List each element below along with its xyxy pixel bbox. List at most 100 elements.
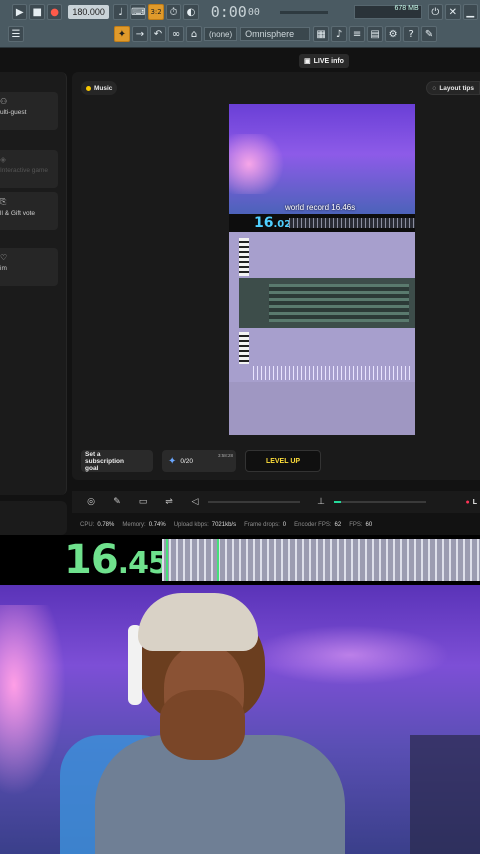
sidebar-item-label: ulti-guest bbox=[0, 109, 27, 116]
live-info-label: LIVE info bbox=[313, 57, 344, 65]
playhead-marker bbox=[217, 539, 219, 581]
plugin-select[interactable]: Omnisphere bbox=[240, 27, 311, 41]
music-dot-icon bbox=[86, 85, 91, 91]
undo-icon[interactable]: ↶ bbox=[150, 26, 166, 42]
minimize-icon[interactable]: ▁ bbox=[462, 4, 478, 20]
hand-over-mouth bbox=[160, 690, 245, 760]
stopwatch-value: 16.45 bbox=[64, 537, 169, 583]
subscription-goal-widget[interactable]: Set a subscription goal bbox=[81, 450, 153, 472]
stop-icon[interactable]: ■ bbox=[29, 4, 45, 20]
close-icon[interactable]: ✕ bbox=[445, 4, 461, 20]
preview-piano-keys-2 bbox=[239, 332, 249, 364]
stat-fps: FPS: 60 bbox=[349, 522, 372, 534]
speaker-icon[interactable]: ◁ bbox=[188, 495, 202, 509]
stopwatch-dec: .45 bbox=[117, 546, 169, 581]
sidebar-item-gift-vote[interactable]: ⎘ ll & Gift vote bbox=[0, 192, 58, 230]
stat-memory-label: Memory: bbox=[122, 522, 146, 528]
goal-counter-value: 0/20 bbox=[180, 457, 194, 465]
song-time-fraction: 00 bbox=[247, 6, 260, 18]
adjust-icon[interactable]: ⇌ bbox=[162, 495, 176, 509]
play-icon[interactable]: ▶ bbox=[12, 4, 28, 20]
stat-enc-value: 62 bbox=[334, 522, 342, 528]
song-time-display: 0:00 00 bbox=[211, 3, 274, 21]
stream-controls-bar: ◎ ✎ ▭ ⇌ ◁ ⊥ ● L bbox=[72, 491, 480, 513]
daw-waveform-strip bbox=[162, 539, 480, 581]
typing-keyboard-icon[interactable]: ⌨ bbox=[130, 4, 147, 20]
stat-cpu-label: CPU: bbox=[80, 522, 95, 528]
countdown-icon[interactable]: ⏱ bbox=[165, 4, 182, 20]
blend-icon[interactable]: ◐ bbox=[183, 4, 199, 20]
playlist-icon[interactable]: ☰ bbox=[8, 26, 24, 42]
background-shelf bbox=[410, 735, 480, 854]
arrow-icon[interactable]: → bbox=[132, 26, 148, 42]
channel-rack-icon[interactable]: ▦ bbox=[313, 26, 330, 42]
sidebar-item-label: ll & Gift vote bbox=[0, 210, 36, 217]
stream-preview-panel: Music ◌ Layout tips world record 16.46s … bbox=[72, 72, 480, 480]
lightbulb-icon: ◌ bbox=[432, 84, 437, 92]
piano-roll-icon[interactable]: ♪ bbox=[331, 26, 348, 42]
power-icon[interactable]: ⏻ bbox=[427, 4, 444, 20]
sidebar-item-interactive-game[interactable]: ◈ Interactive game bbox=[0, 150, 58, 188]
stamp-icon[interactable]: ⌂ bbox=[186, 26, 202, 42]
preview-timer-int: 16 bbox=[254, 215, 274, 231]
live-studio-window: ▣ LIVE info ⚇ ulti-guest ◈ Interactive g… bbox=[0, 48, 480, 535]
stream-stats: CPU: 0.78% Memory: 0.74% Upload kbps: 7021k… bbox=[72, 522, 480, 534]
layout-tips-label: Layout tips bbox=[439, 84, 474, 92]
multi-guest-icon: ⚇ bbox=[0, 97, 8, 106]
preview-note-bars bbox=[253, 366, 413, 380]
preview-daw-screen bbox=[229, 232, 415, 382]
record-icon[interactable]: ● bbox=[46, 4, 63, 20]
speaker-volume-slider[interactable] bbox=[208, 501, 300, 503]
stat-upload: Upload kbps: 7021kb/s bbox=[174, 522, 236, 534]
microphone-level-meter[interactable] bbox=[334, 501, 426, 503]
stat-cpu-value: 0.78% bbox=[97, 522, 115, 528]
help-icon[interactable]: ? bbox=[403, 26, 420, 42]
live-status-label: L bbox=[472, 498, 477, 506]
fl-toolbar-row-2: ☰ ✦ → ↶ ∞ ⌂ (none) Omnisphere ▦ ♪ ≡ ▤ ⚙ … bbox=[0, 23, 480, 45]
mixer-icon[interactable]: ≡ bbox=[349, 26, 366, 42]
stat-encoder-fps: Encoder FPS: 62 bbox=[294, 522, 341, 534]
stopwatch-int: 16 bbox=[64, 537, 119, 583]
cpu-memory-meter: 678 MB bbox=[354, 5, 422, 19]
info-icon: ▣ bbox=[304, 58, 311, 65]
game-icon: ◈ bbox=[0, 155, 7, 164]
tempo-display[interactable]: 180.000 bbox=[68, 5, 109, 19]
sidebar-bottom-panel bbox=[0, 501, 67, 535]
microphone-icon[interactable]: ⊥ bbox=[314, 495, 328, 509]
stat-frame-drops: Frame drops: 0 bbox=[244, 522, 286, 534]
fl-logo-icon[interactable]: ✦ bbox=[114, 26, 130, 42]
pattern-selector[interactable]: 3:2 bbox=[148, 4, 164, 20]
preview-waveform-strip bbox=[289, 218, 415, 228]
stat-memory-value: 0.74% bbox=[148, 522, 166, 528]
live-info-button[interactable]: ▣ LIVE info bbox=[299, 54, 349, 68]
preview-neon-light bbox=[229, 134, 289, 194]
preview-caption: world record 16.46s bbox=[285, 203, 356, 212]
waveform-lines bbox=[162, 539, 480, 581]
preview-timer-value: 16.02 bbox=[254, 215, 291, 231]
settings-icon[interactable]: ◎ bbox=[84, 495, 98, 509]
preview-bottom-area bbox=[229, 382, 415, 435]
tips-icon[interactable]: ✎ bbox=[421, 26, 438, 42]
fuzzy-hat bbox=[138, 593, 258, 651]
music-tag[interactable]: Music bbox=[81, 81, 118, 95]
goal-counter-widget[interactable]: ✦ 0/20 3:58:28 bbox=[162, 450, 236, 472]
subscription-goal-label: Set a subscription goal bbox=[85, 450, 125, 472]
vote-icon: ⎘ bbox=[0, 197, 7, 206]
screen: ▶ ■ ● 180.000 ♩ ⌨ 3:2 ⏱ ◐ 0:00 00 678 MB … bbox=[0, 0, 480, 854]
plugin-icon[interactable]: ⚙ bbox=[385, 26, 402, 42]
fl-toolbar-row-1: ▶ ■ ● 180.000 ♩ ⌨ 3:2 ⏱ ◐ 0:00 00 678 MB … bbox=[0, 1, 480, 23]
metronome-icon[interactable]: ♩ bbox=[112, 4, 129, 20]
master-volume-slider[interactable] bbox=[280, 10, 329, 14]
level-up-widget[interactable]: LEVEL UP bbox=[245, 450, 321, 472]
link-icon[interactable]: ∞ bbox=[168, 26, 184, 42]
song-time-main: 0:00 bbox=[210, 3, 247, 21]
browser-icon[interactable]: ▤ bbox=[367, 26, 384, 42]
edit-icon[interactable]: ✎ bbox=[110, 495, 124, 509]
sidebar-item-more[interactable]: ♡ im bbox=[0, 248, 58, 286]
layout-tips-button[interactable]: ◌ Layout tips bbox=[426, 81, 480, 95]
live-status: ● L bbox=[465, 498, 477, 506]
sidebar-item-multi-guest[interactable]: ⚇ ulti-guest bbox=[0, 92, 58, 130]
chat-icon[interactable]: ▭ bbox=[136, 495, 150, 509]
stat-fps-label: FPS: bbox=[349, 522, 363, 528]
snap-select[interactable]: (none) bbox=[204, 27, 238, 41]
